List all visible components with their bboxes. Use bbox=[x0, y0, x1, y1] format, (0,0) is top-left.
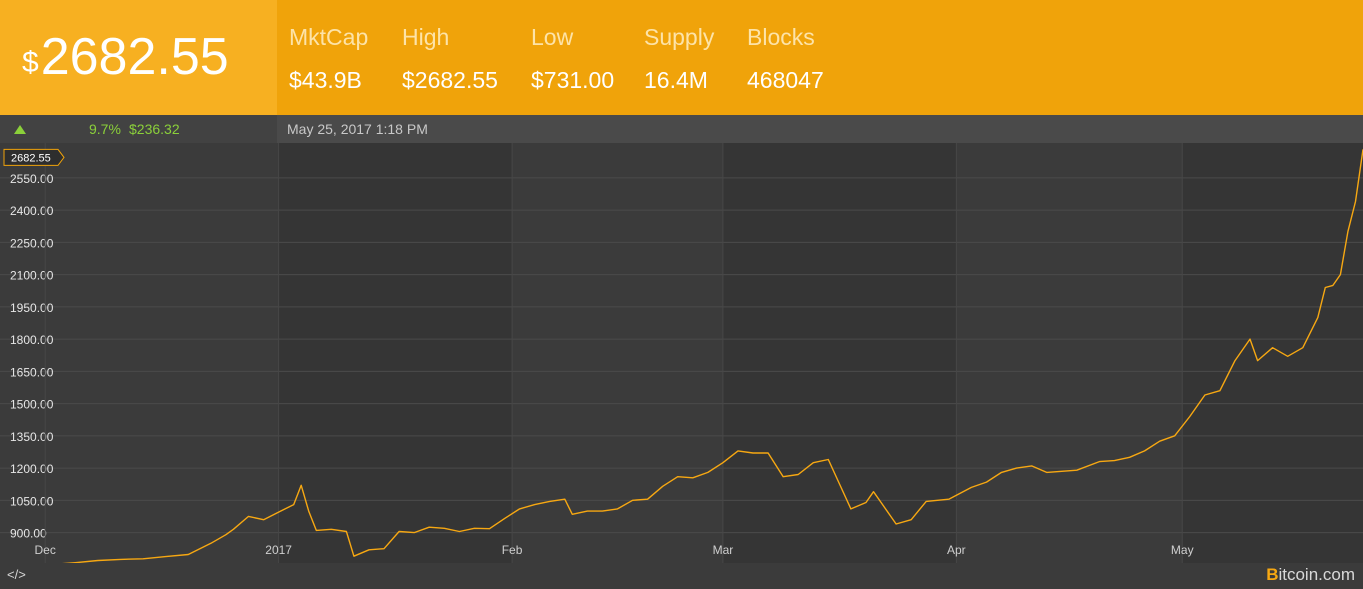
y-tick-label: 2250.00 bbox=[10, 236, 54, 250]
embed-code-icon[interactable]: </> bbox=[7, 567, 26, 583]
y-tick-label: 1050.00 bbox=[10, 494, 54, 508]
stat-mktcap: MktCap $43.9B bbox=[289, 22, 368, 95]
stat-low: Low $731.00 bbox=[531, 22, 614, 95]
stat-blocks: Blocks 468047 bbox=[747, 22, 824, 95]
price-chart-svg[interactable]: 900.00 1050.00 1200.00 1350.00 1500.00 1650.0… bbox=[0, 143, 1363, 569]
header-bar: $2682.55 MktCap $43.9B High $2682.55 Low… bbox=[0, 0, 1363, 115]
change-percent: 9.7% bbox=[89, 121, 121, 137]
stat-high: High $2682.55 bbox=[402, 22, 498, 95]
y-tick-label: 1950.00 bbox=[10, 301, 54, 315]
y-tick-label: 900.00 bbox=[10, 527, 47, 541]
price-value: 2682.55 bbox=[40, 28, 229, 86]
x-tick-label: 2017 bbox=[265, 543, 292, 557]
x-tick-label: Apr bbox=[947, 543, 966, 557]
x-tick-label: Feb bbox=[502, 543, 523, 557]
stat-label: Supply bbox=[644, 24, 715, 50]
price-chart[interactable]: 900.00 1050.00 1200.00 1350.00 1500.00 1650.0… bbox=[0, 143, 1363, 569]
x-tick-label: May bbox=[1171, 543, 1194, 557]
current-price-panel: $2682.55 bbox=[0, 0, 277, 115]
brand-b: B bbox=[1266, 565, 1279, 584]
bitcoin-com-logo[interactable]: Bitcoin.com bbox=[1266, 564, 1355, 586]
stat-supply: Supply 16.4M bbox=[644, 22, 714, 95]
brand-rest: itcoin.com bbox=[1278, 565, 1355, 584]
stat-value: $731.00 bbox=[531, 67, 615, 93]
y-tick-label: 2550.00 bbox=[10, 172, 54, 186]
stat-value: $2682.55 bbox=[402, 67, 498, 93]
stat-value: 468047 bbox=[747, 67, 824, 93]
stat-value: $43.9B bbox=[289, 67, 362, 93]
y-tick-label: 1800.00 bbox=[10, 333, 54, 347]
stat-value: 16.4M bbox=[644, 67, 708, 93]
x-tick-label: Mar bbox=[713, 543, 734, 557]
current-price: $2682.55 bbox=[22, 27, 229, 87]
y-tick-label: 1350.00 bbox=[10, 430, 54, 444]
y-tick-label: 1200.00 bbox=[10, 462, 54, 476]
change-panel: 9.7% $236.32 bbox=[0, 115, 277, 143]
x-tick-label: Dec bbox=[35, 543, 56, 557]
up-arrow-icon bbox=[14, 125, 26, 134]
change-bar: 9.7% $236.32 May 25, 2017 1:18 PM bbox=[0, 115, 1363, 143]
stat-label: High bbox=[402, 24, 450, 50]
change-amount: $236.32 bbox=[129, 121, 180, 137]
y-tick-label: 1650.00 bbox=[10, 365, 54, 379]
current-price-flag-label: 2682.55 bbox=[11, 152, 51, 164]
currency-symbol: $ bbox=[22, 46, 39, 79]
y-tick-label: 1500.00 bbox=[10, 398, 54, 412]
y-tick-label: 2400.00 bbox=[10, 204, 54, 218]
stat-label: MktCap bbox=[289, 24, 369, 50]
stat-label: Low bbox=[531, 24, 574, 50]
timestamp: May 25, 2017 1:18 PM bbox=[287, 121, 428, 137]
y-tick-label: 2100.00 bbox=[10, 269, 54, 283]
footer-bar: </> Bitcoin.com bbox=[0, 563, 1363, 589]
stat-label: Blocks bbox=[747, 24, 815, 50]
